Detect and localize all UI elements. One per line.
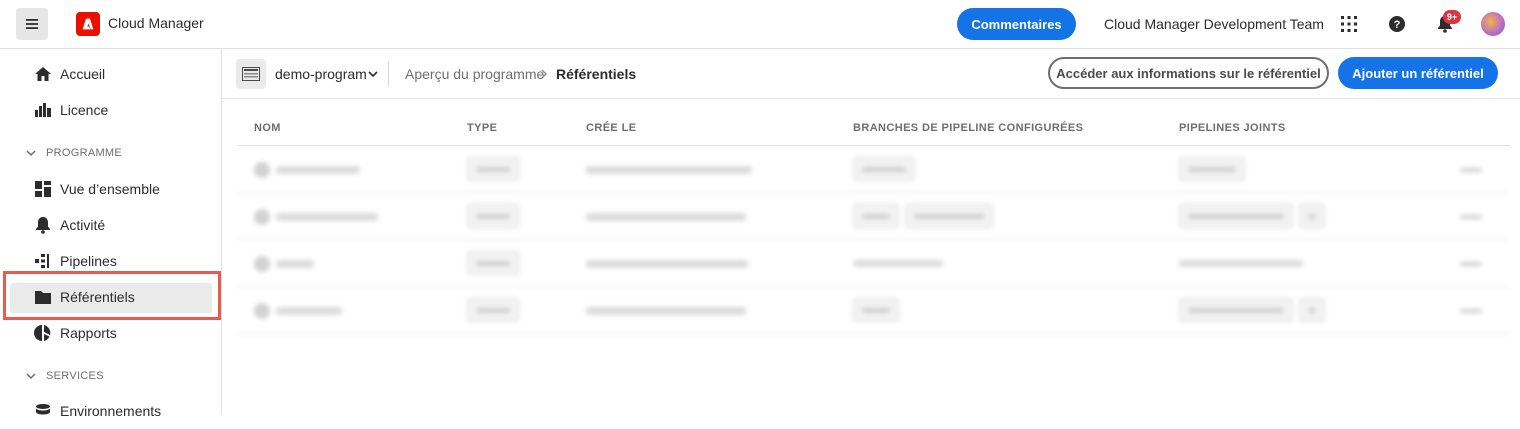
sidebar-item-label: Activité: [60, 217, 106, 233]
notification-badge: 9+: [1443, 10, 1461, 24]
breadcrumb-current: Référentiels: [556, 66, 637, 82]
repository-info-button[interactable]: Accéder aux informations sur le référent…: [1048, 57, 1329, 89]
org-switcher[interactable]: Cloud Manager Development Team: [1104, 16, 1324, 32]
sidebar-item-label: Environnements: [60, 403, 162, 419]
pie-chart-icon: [34, 324, 52, 342]
sidebar-item-activity[interactable]: Activité: [0, 207, 222, 243]
sub-header: demo-program Aperçu du programme Référen…: [222, 49, 1520, 99]
sidebar-item-overview[interactable]: Vue d’ensemble: [0, 171, 222, 207]
breadcrumb-parent[interactable]: Aperçu du programme: [405, 66, 544, 82]
divider: [388, 61, 389, 87]
column-header-type[interactable]: TYPE: [467, 122, 497, 134]
help-icon[interactable]: ?: [1388, 15, 1406, 33]
sidebar-item-environments[interactable]: Environnements: [0, 393, 222, 429]
chevron-down-icon[interactable]: [368, 69, 378, 79]
sidebar-item-label: Pipelines: [60, 253, 117, 269]
license-icon: [34, 101, 52, 119]
table-header: NOM TYPE CRÉE LE BRANCHES DE PIPELINE CO…: [238, 110, 1510, 146]
pipeline-icon: [34, 252, 52, 270]
svg-text:?: ?: [1394, 19, 1401, 31]
program-icon[interactable]: [236, 59, 266, 89]
section-label: SERVICES: [46, 370, 104, 382]
highlight-annotation: [3, 271, 221, 320]
sidebar-item-license[interactable]: Licence: [0, 92, 222, 128]
bell-icon: [34, 216, 52, 234]
home-icon: [34, 65, 52, 83]
top-bar: Cloud Manager Commentaires Cloud Manager…: [0, 0, 1520, 49]
table-row[interactable]: [238, 193, 1510, 240]
sidebar-item-label: Rapports: [60, 325, 117, 341]
adobe-logo-icon[interactable]: [76, 12, 100, 36]
column-header-pipelines[interactable]: PIPELINES JOINTS: [1179, 122, 1286, 134]
sidebar-item-label: Accueil: [60, 66, 106, 82]
section-toggle-services[interactable]: SERVICES: [26, 370, 104, 382]
sidebar: Accueil Licence PROGRAMME Vue d’ensemble…: [0, 49, 222, 419]
feedback-button[interactable]: Commentaires: [957, 8, 1076, 40]
apps-grid-icon[interactable]: [1340, 15, 1358, 33]
section-label: PROGRAMME: [46, 147, 123, 159]
hamburger-icon: [26, 19, 38, 29]
program-switcher[interactable]: demo-program: [275, 66, 367, 82]
repositories-table: NOM TYPE CRÉE LE BRANCHES DE PIPELINE CO…: [238, 110, 1510, 334]
chevron-down-icon: [26, 373, 36, 380]
table-row[interactable]: [238, 240, 1510, 287]
database-icon: [34, 403, 52, 421]
sidebar-item-label: Vue d’ensemble: [60, 181, 160, 197]
menu-button[interactable]: [16, 8, 48, 40]
chevron-right-icon: [541, 69, 547, 79]
table-row[interactable]: [238, 146, 1510, 193]
table-row[interactable]: [238, 287, 1510, 334]
chevron-down-icon: [26, 150, 36, 157]
sidebar-item-home[interactable]: Accueil: [0, 56, 222, 92]
column-header-branches[interactable]: BRANCHES DE PIPELINE CONFIGURÉES: [853, 122, 1083, 134]
user-avatar[interactable]: [1481, 12, 1505, 36]
add-repository-button[interactable]: Ajouter un référentiel: [1338, 57, 1498, 89]
column-header-name[interactable]: NOM: [254, 122, 281, 134]
app-title[interactable]: Cloud Manager: [108, 15, 204, 31]
overview-icon: [34, 180, 52, 198]
sidebar-item-label: Licence: [60, 102, 109, 118]
column-header-created[interactable]: CRÉE LE: [586, 122, 636, 134]
section-toggle-program[interactable]: PROGRAMME: [26, 147, 122, 159]
sidebar-item-reports[interactable]: Rapports: [0, 315, 222, 351]
